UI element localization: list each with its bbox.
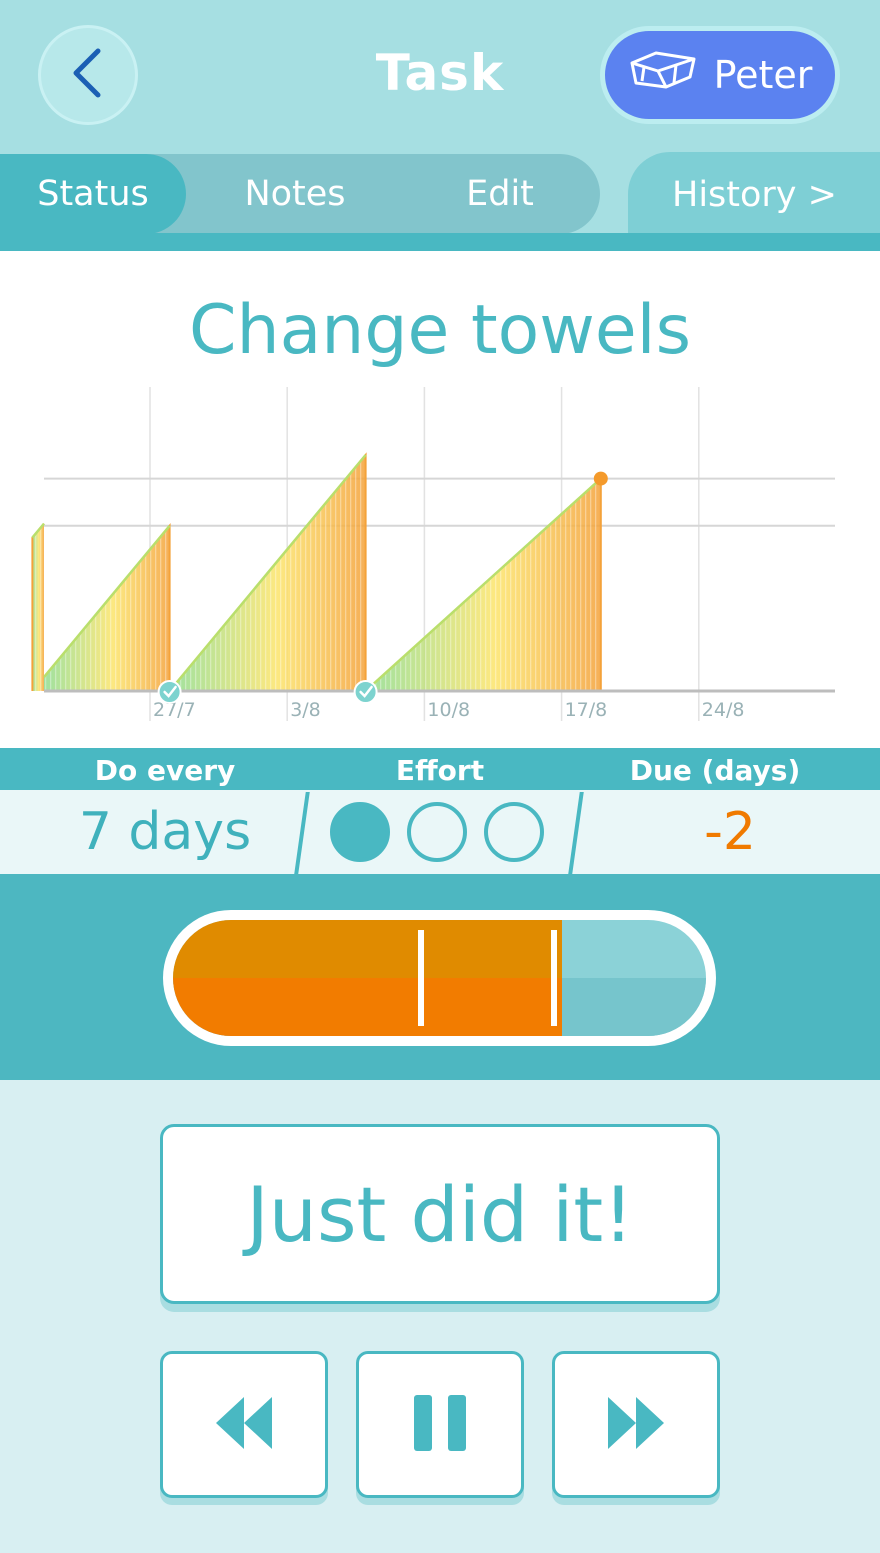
due-label: Due (days) xyxy=(629,754,801,787)
pause-button[interactable] xyxy=(356,1351,524,1498)
tab-strip xyxy=(0,233,880,251)
x-tick-label: 10/8 xyxy=(427,699,470,721)
progress-marker xyxy=(551,930,558,1026)
effort-dot-filled xyxy=(330,802,390,862)
chart-area-hatch xyxy=(32,523,44,691)
fast-forward-button[interactable] xyxy=(552,1351,720,1498)
rewind-button[interactable] xyxy=(160,1351,328,1498)
header: Task Peter xyxy=(0,0,880,150)
chevron-left-icon xyxy=(68,45,108,105)
stats-header: Do every Effort Due (days) xyxy=(0,748,880,790)
tab-status[interactable]: Status xyxy=(0,154,186,234)
effort-label: Effort xyxy=(395,754,485,787)
chart-panel: 27/7 3/8 10/8 17/8 24/8 Change towels xyxy=(0,251,880,748)
x-tick-label: 24/8 xyxy=(702,699,745,721)
progress-marker xyxy=(418,930,425,1026)
effort-dot-empty xyxy=(407,802,467,862)
completion-check-icon xyxy=(353,680,378,704)
rewind-icon xyxy=(212,1393,276,1457)
divider xyxy=(568,792,584,874)
effort-rating xyxy=(330,800,550,864)
stats-row: 7 days -2 xyxy=(0,790,880,874)
due-value: -2 xyxy=(704,802,756,862)
effort-dot-empty xyxy=(484,802,544,862)
house-icon xyxy=(628,47,700,104)
current-point xyxy=(593,471,608,486)
divider xyxy=(294,792,310,874)
due-progress-bar xyxy=(163,910,716,1046)
do-every-label: Do every xyxy=(94,754,236,787)
tab-history[interactable]: History > xyxy=(628,152,880,234)
progress-band xyxy=(0,874,880,1080)
progress-fill xyxy=(173,920,563,1036)
progress-track xyxy=(173,920,706,1036)
tab-edit[interactable]: Edit xyxy=(400,154,600,234)
tab-notes[interactable]: Notes xyxy=(195,154,395,234)
user-button[interactable]: Peter xyxy=(600,26,840,124)
pause-icon xyxy=(412,1393,468,1457)
do-every-value: 7 days xyxy=(78,802,252,862)
chart-area-hatch xyxy=(44,525,170,691)
back-button[interactable] xyxy=(38,25,138,125)
x-tick-label: 17/8 xyxy=(565,699,608,721)
user-name: Peter xyxy=(713,53,813,97)
fast-forward-icon xyxy=(604,1393,668,1457)
just-did-it-button[interactable]: Just did it! xyxy=(160,1124,720,1304)
task-name: Change towels xyxy=(189,291,691,370)
page-title: Task xyxy=(375,44,505,102)
completion-check-icon xyxy=(157,680,182,704)
x-tick-label: 3/8 xyxy=(290,699,321,721)
